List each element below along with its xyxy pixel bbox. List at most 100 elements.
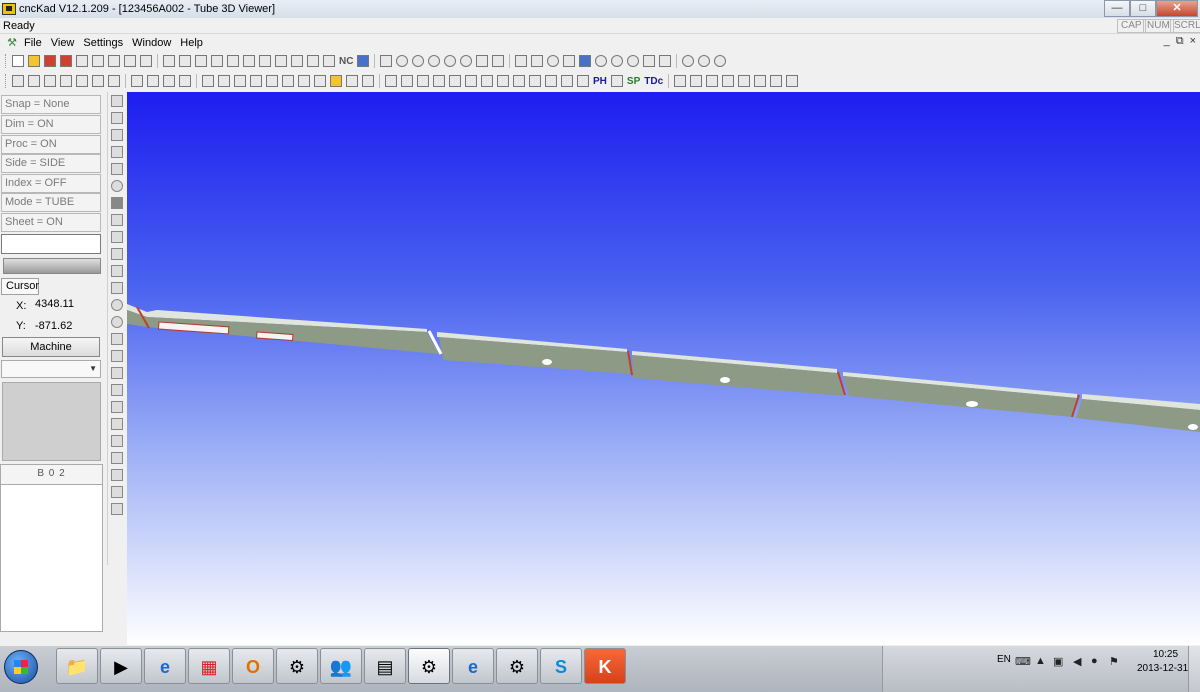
tube-3d-viewport[interactable] xyxy=(127,92,1200,645)
zoom-out-icon[interactable] xyxy=(412,55,425,67)
language-indicator[interactable]: EN xyxy=(997,654,1011,665)
menu-view[interactable]: View xyxy=(51,37,75,49)
arc-icon[interactable] xyxy=(579,55,592,67)
dim-radius-icon[interactable] xyxy=(298,75,310,87)
select-crossing-icon[interactable] xyxy=(111,129,123,141)
line-icon[interactable] xyxy=(515,55,528,67)
ie-taskbar-icon[interactable]: e xyxy=(144,648,186,684)
mdi-minimize-button[interactable]: _ xyxy=(1164,35,1170,48)
circle-icon[interactable] xyxy=(547,55,560,67)
flag-icon[interactable]: ⚑ xyxy=(1109,655,1119,668)
mdi-restore-button[interactable]: ⧉ xyxy=(1176,35,1184,48)
array-icon[interactable] xyxy=(401,75,413,87)
dim-diameter-icon[interactable] xyxy=(314,75,326,87)
tools-icon[interactable] xyxy=(76,55,88,67)
offset-icon[interactable] xyxy=(44,75,56,87)
mode-toggle[interactable]: Mode = TUBE xyxy=(1,193,101,212)
cnckad-app-icon[interactable] xyxy=(2,3,16,15)
tube-icon[interactable] xyxy=(610,75,623,87)
clamp-icon[interactable] xyxy=(111,231,123,243)
undo-icon[interactable] xyxy=(124,55,136,67)
tool-assign-icon[interactable] xyxy=(195,55,207,67)
table-icon[interactable] xyxy=(362,75,374,87)
view-iso-icon[interactable] xyxy=(770,75,783,87)
toolbar-grip[interactable] xyxy=(5,74,8,88)
crescent-icon[interactable] xyxy=(698,55,711,67)
repos-icon[interactable] xyxy=(111,265,123,277)
pin-icon[interactable] xyxy=(111,486,123,498)
clock-time[interactable]: 10:25 xyxy=(1153,649,1178,660)
dim-toggle[interactable]: Dim = ON xyxy=(1,115,101,134)
toolbar-grip[interactable] xyxy=(5,54,8,68)
zoom-all-icon[interactable] xyxy=(444,55,457,67)
align-icon[interactable] xyxy=(111,401,123,413)
sequence-icon[interactable] xyxy=(259,55,271,67)
punch-icon[interactable] xyxy=(163,55,175,67)
mirror-icon[interactable] xyxy=(417,75,429,87)
machine-dropdown[interactable]: ▼ xyxy=(1,360,101,378)
zoom-select-icon[interactable] xyxy=(111,163,123,175)
ground-icon[interactable] xyxy=(111,503,123,515)
properties-icon[interactable] xyxy=(561,75,573,87)
show-hidden-icons-icon[interactable]: ▲ xyxy=(1035,655,1046,667)
dim-angle-icon[interactable] xyxy=(282,75,294,87)
redraw-icon[interactable] xyxy=(492,55,505,67)
tdc-button[interactable]: TDc xyxy=(644,76,663,87)
view-rotate-icon[interactable] xyxy=(722,75,735,87)
extend-icon[interactable] xyxy=(28,75,40,87)
path-icon[interactable] xyxy=(111,452,123,464)
select-icon[interactable] xyxy=(111,95,123,107)
ellipse-icon[interactable] xyxy=(611,55,624,67)
view-3d-icon[interactable] xyxy=(738,75,751,87)
snap-toggle[interactable]: Snap = None xyxy=(1,95,101,114)
calculator-taskbar-icon[interactable]: ▤ xyxy=(364,648,406,684)
tools-icon[interactable]: ⚒ xyxy=(4,37,20,49)
rectangle-icon[interactable] xyxy=(563,55,576,67)
maximize-button[interactable]: □ xyxy=(1130,0,1156,17)
select-window-icon[interactable] xyxy=(111,112,123,124)
index-toggle[interactable]: Index = OFF xyxy=(1,174,101,193)
triangle-icon[interactable] xyxy=(643,55,656,67)
nc-button[interactable]: NC xyxy=(339,56,353,67)
rotate-view-icon[interactable] xyxy=(111,180,123,192)
menu-window[interactable]: Window xyxy=(132,37,171,49)
kt-app-taskbar-icon[interactable]: K xyxy=(584,648,626,684)
cnckad-v12-taskbar-icon[interactable]: ⚙ xyxy=(496,648,538,684)
dim-horizontal-icon[interactable] xyxy=(234,75,246,87)
lock-icon[interactable] xyxy=(111,248,123,260)
outlook-taskbar-icon[interactable]: O xyxy=(232,648,274,684)
red-app-taskbar-icon[interactable]: ▦ xyxy=(188,648,230,684)
explorer-taskbar-icon[interactable]: 📁 xyxy=(56,648,98,684)
cnckad-taskbar-icon[interactable]: ⚙ xyxy=(276,648,318,684)
join-icon[interactable] xyxy=(76,75,88,87)
grid-icon[interactable] xyxy=(323,55,335,67)
close-button[interactable]: ✕ xyxy=(1156,0,1198,17)
start-button[interactable] xyxy=(4,650,38,684)
view-side-icon[interactable] xyxy=(706,75,719,87)
flip-icon[interactable] xyxy=(111,435,123,447)
stretch-icon[interactable] xyxy=(179,75,191,87)
repair-icon[interactable] xyxy=(545,75,557,87)
moon-icon[interactable] xyxy=(682,55,695,67)
tool-table-icon[interactable] xyxy=(211,55,223,67)
tool-edit-icon[interactable] xyxy=(179,55,191,67)
check-icon[interactable] xyxy=(529,75,541,87)
view-top-icon[interactable] xyxy=(754,75,767,87)
show-desktop-button[interactable] xyxy=(1188,646,1200,692)
nest-icon[interactable] xyxy=(291,55,303,67)
zoom-previous-icon[interactable] xyxy=(460,55,473,67)
hammer-icon[interactable] xyxy=(307,55,319,67)
menu-help[interactable]: Help xyxy=(180,37,203,49)
shade-icon[interactable] xyxy=(111,197,123,209)
link-icon[interactable] xyxy=(111,282,123,294)
minimize-button[interactable]: — xyxy=(1104,0,1130,17)
menu-file[interactable]: File xyxy=(24,37,42,49)
cycle-icon[interactable] xyxy=(111,316,123,328)
ungroup-icon[interactable] xyxy=(481,75,493,87)
dim-aligned-icon[interactable] xyxy=(266,75,278,87)
open-folder-icon[interactable] xyxy=(28,55,40,67)
machine-button[interactable]: Machine xyxy=(2,337,100,357)
proc-toggle[interactable]: Proc = ON xyxy=(1,135,101,154)
command-input[interactable] xyxy=(1,234,101,254)
sheet-toggle[interactable]: Sheet = ON xyxy=(1,213,101,232)
